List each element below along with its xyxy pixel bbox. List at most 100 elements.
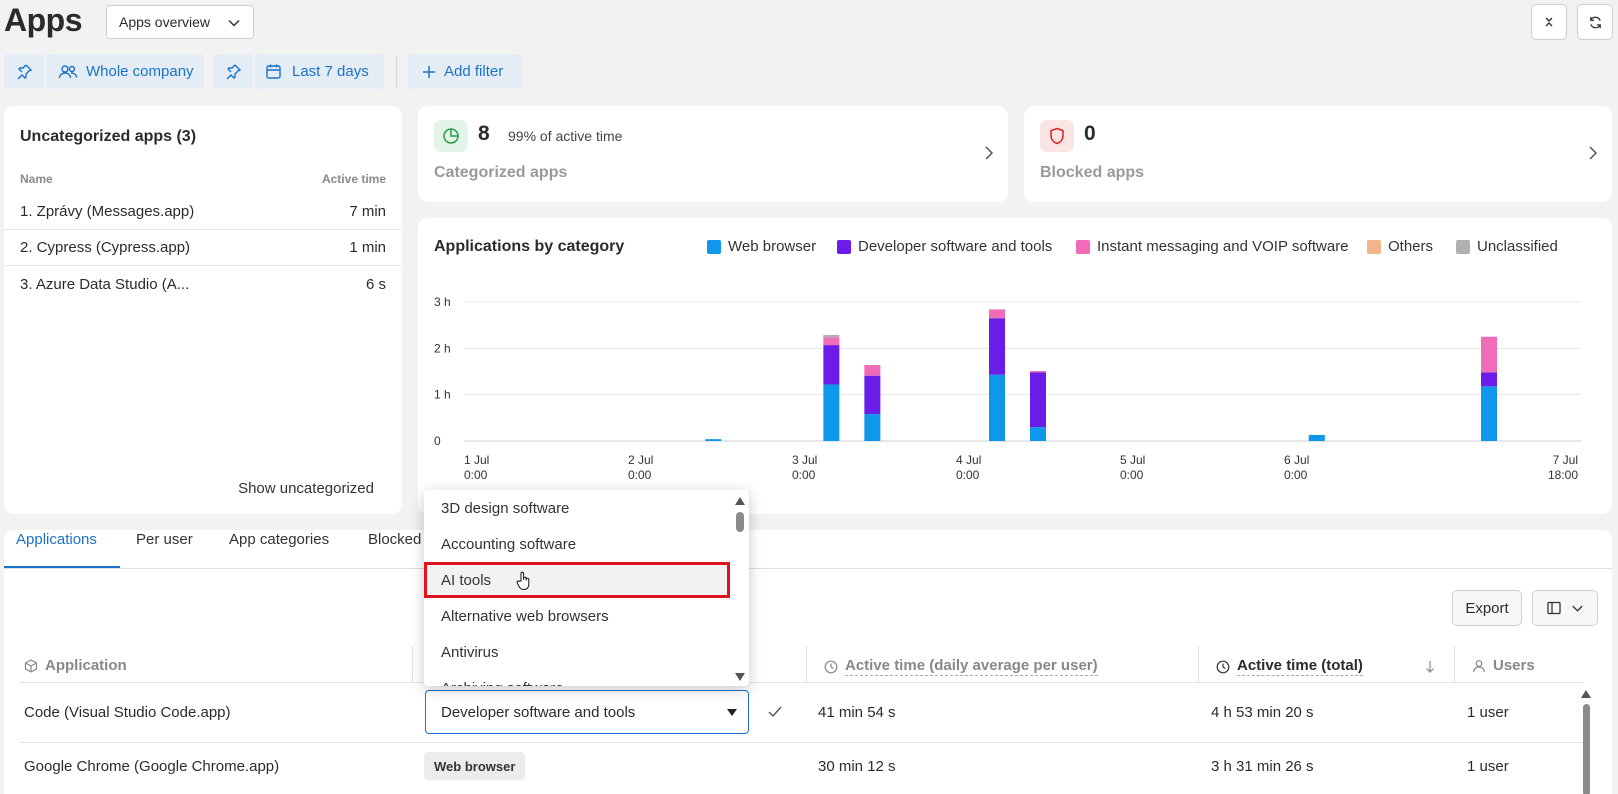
category-badge[interactable]: Web browser (424, 752, 526, 780)
dropdown-scrollbar-thumb[interactable] (736, 512, 744, 532)
bar-segment-msg[interactable] (989, 309, 1005, 319)
add-filter-button[interactable]: Add filter (408, 54, 522, 89)
column-divider (412, 646, 413, 682)
dropdown-option-highlighted[interactable]: AI tools (424, 562, 730, 598)
bar-segment-web[interactable] (705, 439, 722, 441)
list-item[interactable]: 2. Cypress (Cypress.app) 1 min (4, 230, 402, 266)
x-tick-label: 2 Jul (628, 453, 653, 467)
x-tick-label: 0:00 (628, 468, 652, 482)
cube-icon (24, 658, 38, 673)
view-select[interactable]: Apps overview (106, 5, 254, 39)
column-header-application[interactable]: Application (24, 657, 127, 674)
table-scrollbar-thumb[interactable] (1583, 704, 1590, 794)
category-dropdown: 3D design software Accounting software A… (424, 490, 749, 686)
period-filter[interactable]: Last 7 days (255, 54, 384, 89)
blocked-count: 0 (1084, 122, 1096, 145)
column-divider (1454, 646, 1455, 682)
users-value: 1 user (1467, 758, 1509, 775)
bar-segment-dev[interactable] (1030, 372, 1046, 428)
category-select-value: Developer software and tools (441, 703, 636, 721)
bar-segment-uncl[interactable] (823, 334, 840, 338)
bar-segment-msg[interactable] (823, 337, 840, 346)
collapse-icon (1545, 17, 1553, 27)
tab-app-categories[interactable]: App categories (229, 531, 329, 548)
export-button[interactable]: Export (1452, 590, 1522, 626)
pin-icon (226, 64, 242, 79)
tab-applications[interactable]: Applications (16, 531, 97, 548)
dropdown-option[interactable]: Alternative web browsers (424, 598, 730, 634)
x-tick-label: 1 Jul (464, 453, 489, 467)
app-name[interactable]: Google Chrome (Google Chrome.app) (24, 758, 279, 775)
clock-icon (824, 660, 838, 673)
dropdown-option[interactable]: 3D design software (424, 490, 730, 526)
scroll-up-arrow[interactable] (735, 497, 745, 505)
x-tick-label: 0:00 (1284, 468, 1308, 482)
dropdown-option[interactable]: Antivirus (424, 634, 730, 670)
scroll-up-arrow[interactable] (1581, 690, 1591, 698)
app-name: 2. Cypress (Cypress.app) (20, 239, 191, 256)
dropdown-scrollbar[interactable] (731, 490, 749, 686)
bar-segment-msg[interactable] (1030, 371, 1046, 373)
filter-divider (396, 56, 397, 88)
x-tick-label: 3 Jul (792, 453, 817, 467)
app-time: 7 min (349, 203, 386, 220)
daily-average-value: 41 min 54 s (818, 704, 896, 721)
check-icon[interactable] (768, 706, 782, 718)
list-item[interactable]: 1. Zprávy (Messages.app) 7 min (4, 194, 402, 230)
collapse-button[interactable] (1531, 4, 1567, 40)
bar-segment-dev[interactable] (864, 375, 881, 415)
column-header-total[interactable]: Active time (total) (1216, 657, 1363, 676)
page-title: Apps (4, 2, 83, 38)
bar-segment-dev[interactable] (1481, 372, 1497, 387)
stacked-bar-chart: 01 h2 h3 h1 Jul0:002 Jul0:003 Jul0:004 J… (434, 295, 1581, 482)
bar-segment-web[interactable] (1308, 434, 1325, 441)
list-item[interactable]: 3. Azure Data Studio (A... 6 s (4, 266, 402, 302)
tab-per-user[interactable]: Per user (136, 531, 193, 548)
daily-average-value: 30 min 12 s (818, 758, 896, 775)
bar-segment-web[interactable] (823, 384, 840, 441)
bar-segment-dev[interactable] (823, 345, 840, 385)
column-header-daily-average[interactable]: Active time (daily average per user) (824, 657, 1098, 676)
scope-filter-label: Whole company (86, 63, 194, 80)
uncategorized-title: Uncategorized apps (3) (20, 128, 197, 145)
column-active-time-header: Active time (321, 172, 386, 186)
columns-button[interactable] (1532, 590, 1598, 626)
tab-blocked[interactable]: Blocked (368, 531, 421, 548)
category-select[interactable]: Developer software and tools (425, 690, 749, 734)
categorized-share: 99% of active time (508, 128, 623, 144)
x-tick-label: 0:00 (792, 468, 816, 482)
bar-segment-dev[interactable] (989, 318, 1005, 375)
show-uncategorized-link[interactable]: Show uncategorized (238, 480, 374, 497)
blocked-label: Blocked apps (1040, 164, 1145, 181)
clock-icon (1216, 660, 1230, 673)
refresh-button[interactable] (1577, 4, 1613, 40)
app-name[interactable]: Code (Visual Studio Code.app) (24, 704, 231, 721)
app-name: 3. Azure Data Studio (A... (20, 275, 190, 293)
add-filter-label: Add filter (444, 63, 504, 80)
column-header-label: Active time (daily average per user) (845, 657, 1098, 676)
blocked-apps-card[interactable]: 0 Blocked apps (1024, 106, 1612, 202)
period-filter-label: Last 7 days (292, 63, 369, 80)
column-header-users[interactable]: Users (1472, 657, 1535, 674)
scroll-down-arrow[interactable] (735, 673, 745, 681)
dropdown-option[interactable]: Accounting software (424, 526, 730, 562)
scope-filter[interactable]: Whole company (46, 54, 204, 89)
sort-descending-icon[interactable] (1425, 660, 1435, 674)
bar-segment-msg[interactable] (864, 365, 881, 376)
bar-segment-web[interactable] (864, 414, 881, 441)
categorized-label: Categorized apps (434, 164, 568, 181)
detail-panel (4, 530, 1612, 794)
app-time: 1 min (349, 239, 386, 256)
categorized-apps-card[interactable]: 8 99% of active time Categorized apps (418, 106, 1008, 202)
bar-segment-web[interactable] (989, 374, 1005, 441)
dropdown-option[interactable]: Archiving software (424, 670, 730, 687)
pin-scope-button[interactable] (4, 54, 44, 89)
bar-segment-web[interactable] (1481, 386, 1497, 441)
column-header-label: Application (45, 657, 127, 674)
bar-segment-msg[interactable] (1481, 336, 1497, 373)
bar-segment-web[interactable] (1030, 427, 1046, 441)
total-time-value: 4 h 53 min 20 s (1211, 704, 1314, 721)
view-select-label: Apps overview (119, 14, 211, 30)
pin-period-button[interactable] (213, 54, 253, 89)
tabs-divider (4, 568, 1612, 569)
